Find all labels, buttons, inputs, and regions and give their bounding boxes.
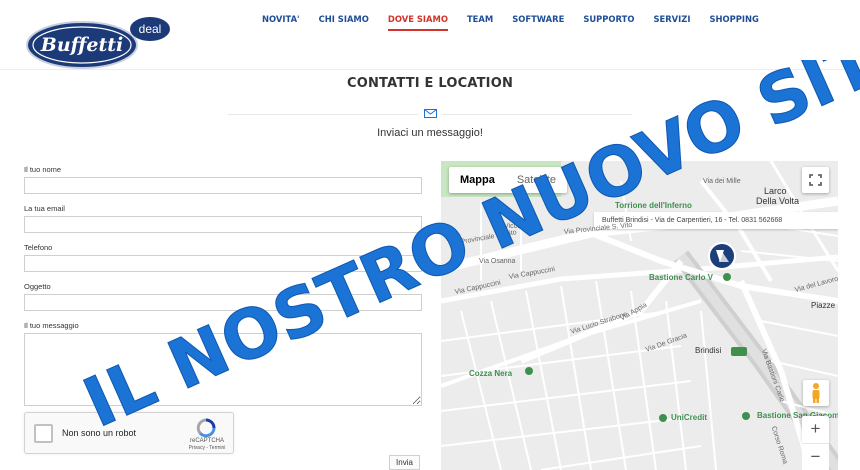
message-field[interactable] xyxy=(24,333,422,406)
recaptcha-links[interactable]: Privacy - Termini xyxy=(181,445,233,451)
train-station-icon[interactable] xyxy=(731,347,747,356)
phone-field[interactable] xyxy=(24,255,422,272)
nav-item-shopping[interactable]: SHOPPING xyxy=(709,14,758,31)
map-label-vicolo-botto: Vicolo Botto xyxy=(504,223,542,230)
main-nav: NOVITA' CHI SIAMO DOVE SIAMO TEAM SOFTWA… xyxy=(262,14,778,31)
map-type-satellite-button[interactable]: Satellite xyxy=(506,167,567,193)
map-type-control: Mappa Satellite xyxy=(449,167,567,193)
map-label-cozza-nera[interactable]: Cozza Nera xyxy=(469,369,512,378)
fullscreen-button[interactable] xyxy=(802,167,829,193)
envelope-icon xyxy=(423,108,437,118)
name-field[interactable] xyxy=(24,177,422,194)
map-label-unicredit[interactable]: UniCredit xyxy=(671,413,707,422)
nav-item-novita[interactable]: NOVITA' xyxy=(262,14,300,31)
recaptcha-icon xyxy=(196,418,216,438)
nav-item-servizi[interactable]: SERVIZI xyxy=(653,14,690,31)
buffetti-deal-logo[interactable]: Buffetti deal xyxy=(26,16,171,70)
submit-button[interactable]: Invia xyxy=(389,455,420,470)
location-marker-icon[interactable] xyxy=(708,242,736,270)
recaptcha-widget: Non sono un robot reCAPTCHA Privacy - Te… xyxy=(24,412,234,454)
plus-icon: + xyxy=(810,419,821,438)
street-view-pegman-button[interactable] xyxy=(803,380,829,406)
map-label-via-osanna: Via Osanna xyxy=(479,258,516,265)
fullscreen-icon xyxy=(809,174,822,186)
map-label-bastione-carlo[interactable]: Bastione Carlo V xyxy=(649,273,713,282)
map-label-larco-2: Della Volta xyxy=(756,196,800,206)
poi-unicredit-icon[interactable] xyxy=(659,414,667,422)
nav-item-dove-siamo[interactable]: DOVE SIAMO xyxy=(387,14,448,31)
phone-label: Telefono xyxy=(24,243,53,252)
zoom-in-button[interactable]: + xyxy=(802,416,829,443)
map-label-brindisi: Brindisi xyxy=(695,346,722,355)
poi-cozza-icon[interactable] xyxy=(525,367,533,375)
email-field[interactable] xyxy=(24,216,422,233)
site-header: Buffetti deal NOVITA' CHI SIAMO DOVE SIA… xyxy=(0,0,860,70)
map-label-via-dei-mille: Via dei Mille xyxy=(703,178,741,185)
subject-field[interactable] xyxy=(24,294,422,311)
nav-item-chi-siamo[interactable]: CHI SIAMO xyxy=(319,14,369,31)
message-label: Il tuo messaggio xyxy=(24,321,79,330)
map-type-map-button[interactable]: Mappa xyxy=(449,167,506,193)
map-label-piazza: Piazze xyxy=(811,301,836,310)
nav-item-supporto[interactable]: SUPPORTO xyxy=(583,14,634,31)
subject-label: Oggetto xyxy=(24,282,51,291)
email-label: La tua email xyxy=(24,204,65,213)
minus-icon: − xyxy=(810,447,821,466)
name-label: Il tuo nome xyxy=(24,165,62,174)
nav-item-team[interactable]: TEAM xyxy=(467,14,493,31)
zoom-out-button[interactable]: − xyxy=(802,443,829,470)
recaptcha-checkbox[interactable] xyxy=(34,424,53,443)
map-label-torrione[interactable]: Torrione dell'Inferno xyxy=(615,201,692,210)
envelope-icon-wrap xyxy=(418,106,442,120)
google-map[interactable]: Mappa Satellite Buffetti Brindisi - Via … xyxy=(441,161,838,470)
recaptcha-brand: reCAPTCHA xyxy=(189,438,224,444)
svg-text:deal: deal xyxy=(139,22,162,36)
poi-bastione-icon[interactable] xyxy=(723,273,731,281)
recaptcha-label: Non sono un robot xyxy=(62,428,137,438)
pegman-icon xyxy=(812,383,820,403)
page-title: CONTATTI E LOCATION xyxy=(346,76,514,91)
page-subtitle: Inviaci un messaggio! xyxy=(377,127,483,139)
svg-text:Buffetti: Buffetti xyxy=(40,34,123,56)
poi-bastione-sg-icon[interactable] xyxy=(742,412,750,420)
map-label-larco-1: Larco xyxy=(764,186,787,196)
nav-item-software[interactable]: SOFTWARE xyxy=(512,14,564,31)
